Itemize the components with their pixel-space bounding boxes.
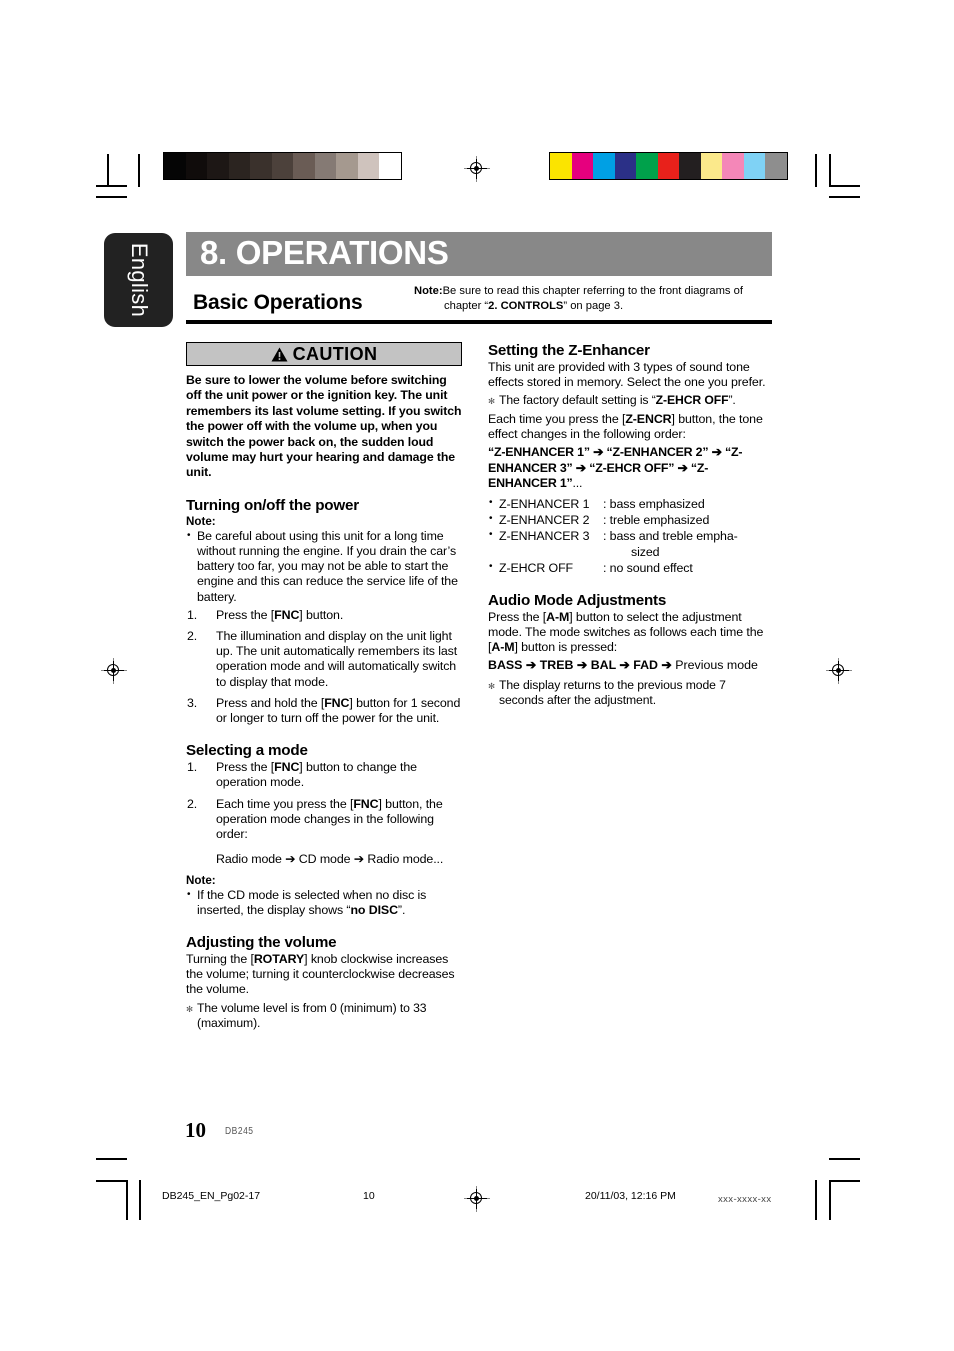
default-note-pre: The factory default setting is “ [499, 393, 656, 408]
audio-text-post: ] button is pressed: [514, 640, 618, 655]
mode-steps-list: Press the [FNC] button to change the ope… [186, 760, 462, 867]
right-column: Setting the Z-Enhancer This unit are pro… [488, 342, 772, 711]
note-text-post: ”. [397, 902, 406, 917]
list-item: Be careful about using this unit for a l… [186, 528, 462, 605]
heading-turning-power: Turning on/off the power [186, 496, 359, 514]
step-text-pre: Press and hold the [ [216, 695, 325, 710]
page-number: 10 [185, 1118, 206, 1142]
header-note-label: Note: [414, 285, 443, 297]
list-item: Z-ENHANCER 2 : treble emphasized [488, 511, 772, 528]
mode-note-label: Note: [186, 873, 216, 887]
left-column: CAUTION Be sure to lower the volume befo… [186, 342, 462, 1034]
chapter-title: 8. OPERATIONS [200, 234, 449, 272]
definition-desc: : bass emphasized [603, 496, 705, 511]
definition-desc-line2: sized [631, 544, 660, 559]
language-tab-label: English [126, 242, 152, 318]
audio-mode-body: Press the [A-M] button to select the adj… [488, 610, 772, 656]
header-divider [186, 320, 772, 324]
list-item: The factory default setting is “Z-EHCR O… [488, 393, 772, 409]
volume-text-pre: Turning the [ [186, 951, 254, 966]
power-note-list: Be careful about using this unit for a l… [186, 528, 462, 605]
heading-audio-mode-adjustments: Audio Mode Adjustments [488, 591, 667, 609]
list-item: The display returns to the previous mode… [488, 678, 772, 708]
step-text-pre: The illumination and display on the unit… [216, 629, 458, 689]
button-name: FNC [274, 760, 300, 775]
z-enhancer-order-chain: “Z-ENHANCER 1” ➔ “Z-ENHANCER 2” ➔ “Z-ENH… [488, 445, 772, 492]
list-item: Press and hold the [FNC] button for 1 se… [186, 696, 462, 726]
header-note-line1: Be sure to read this chapter referring t… [442, 285, 743, 297]
step-text-pre: Press the [ [216, 760, 275, 775]
mode-note-list: If the CD mode is selected when no disc … [186, 887, 462, 918]
list-item: Press the [FNC] button to change the ope… [186, 760, 462, 790]
button-name: A-M [546, 609, 570, 624]
volume-note-list: The volume level is from 0 (minimum) to … [186, 1001, 462, 1031]
definition-term: Z-ENHANCER 2 [499, 512, 590, 527]
list-item: If the CD mode is selected when no disc … [186, 887, 462, 918]
caution-header-box: CAUTION [186, 342, 462, 366]
button-name: FNC [274, 607, 300, 622]
list-item: Z-ENHANCER 3 : bass and treble empha-size… [488, 527, 772, 560]
list-item: Each time you press the [FNC] button, th… [186, 797, 462, 868]
default-setting-value: Z-EHCR OFF [655, 393, 729, 408]
order-chain-tail: ... [572, 476, 583, 491]
caution-label: CAUTION [292, 343, 378, 364]
volume-body-text: Turning the [ROTARY] knob clockwise incr… [186, 952, 462, 998]
list-item: Z-ENHANCER 1 : bass emphasized [488, 495, 772, 512]
definition-term: Z-ENHANCER 3 [499, 528, 590, 543]
step-text-pre: Press the [ [216, 607, 275, 622]
mode-order-line: Radio mode ➔ CD mode ➔ Radio mode... [216, 852, 444, 867]
z-enhancer-intro: This unit are provided with 3 types of s… [488, 360, 766, 390]
definition-desc: : treble emphasized [603, 512, 710, 527]
definition-term: Z-EHCR OFF [499, 560, 574, 575]
footer-job-code: xxx-xxxx-xx [718, 1194, 772, 1205]
list-item: The volume level is from 0 (minimum) to … [186, 1001, 462, 1031]
heading-setting-z-enhancer: Setting the Z-Enhancer [488, 342, 650, 359]
button-name: FNC [324, 695, 350, 710]
button-name: Z-ENCR [625, 411, 672, 426]
press-text-pre: Each time you press the [ [488, 411, 626, 426]
model-code: DB245 [225, 1126, 254, 1137]
power-steps-list: Press the [FNC] button. The illumination… [186, 608, 462, 726]
step-text-post: ] button. [299, 607, 344, 622]
z-enhancer-press-text: Each time you press the [Z-ENCR] button,… [488, 412, 772, 442]
footer-timestamp: 20/11/03, 12:16 PM [585, 1190, 676, 1202]
definition-desc: : no sound effect [603, 560, 693, 575]
audio-chain-bold: BASS ➔ TREB ➔ BAL ➔ FAD ➔ [488, 658, 672, 673]
language-tab-english: English [104, 233, 173, 327]
definition-desc: : bass and treble empha-sized [603, 528, 753, 560]
header-note-line2-post: ” on page 3. [563, 299, 624, 312]
z-enhancer-definitions: Z-ENHANCER 1 : bass emphasized Z-ENHANCER… [488, 495, 772, 576]
chapter-header-bar: 8. OPERATIONS [186, 232, 772, 276]
page-title: Basic Operations [193, 291, 363, 314]
header-note-line2: chapter “2. CONTROLS” on page 3. [414, 299, 776, 314]
knob-name: ROTARY [253, 951, 305, 966]
button-name: FNC [353, 796, 379, 811]
power-note-label: Note: [186, 514, 216, 528]
list-item: Press the [FNC] button. [186, 608, 462, 623]
audio-text-pre: Press the [ [488, 609, 547, 624]
heading-selecting-mode: Selecting a mode [186, 742, 308, 760]
warning-triangle-icon [271, 347, 288, 362]
header-note: Note:Be sure to read this chapter referr… [414, 284, 776, 313]
list-item: The illumination and display on the unit… [186, 629, 462, 690]
header-note-reference: 2. CONTROLS [488, 299, 564, 312]
order-chain-text: “Z-ENHANCER 1” ➔ “Z-ENHANCER 2” ➔ “Z-ENH… [488, 445, 743, 491]
audio-chain-normal: Previous mode [671, 658, 758, 673]
z-enhancer-default-note: The factory default setting is “Z-EHCR O… [488, 393, 772, 409]
footer-file-name: DB245_EN_Pg02-17 [162, 1190, 261, 1202]
audio-mode-chain: BASS ➔ TREB ➔ BAL ➔ FAD ➔ Previous mode [488, 658, 772, 673]
heading-adjusting-volume: Adjusting the volume [186, 933, 337, 951]
list-item: Z-EHCR OFF : no sound effect [488, 559, 772, 576]
default-note-post: ”. [728, 393, 736, 408]
step-text-pre: Each time you press the [ [216, 796, 354, 811]
definition-desc-line1: : bass and treble empha- [603, 528, 738, 543]
display-text: no DISC [350, 902, 398, 917]
manual-page: English 8. OPERATIONS Basic Operations N… [0, 0, 954, 1351]
button-name: A-M [491, 640, 515, 655]
caution-body-text: Be sure to lower the volume before switc… [186, 373, 462, 480]
audio-mode-note-list: The display returns to the previous mode… [488, 678, 772, 708]
footer-page-mark: 10 [363, 1190, 375, 1202]
definition-term: Z-ENHANCER 1 [499, 496, 590, 511]
header-note-line2-pre: chapter “ [444, 299, 489, 312]
